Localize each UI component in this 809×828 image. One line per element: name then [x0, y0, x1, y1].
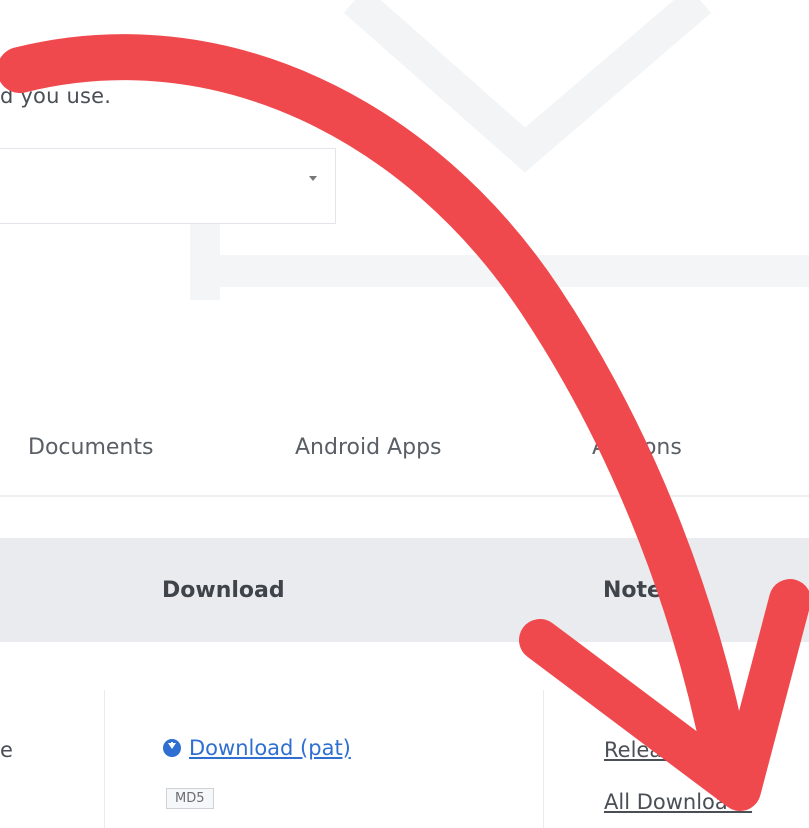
column-divider: [543, 690, 544, 828]
md5-badge[interactable]: MD5: [166, 788, 214, 809]
tab-documents[interactable]: Documents: [28, 435, 153, 460]
release-notes-link[interactable]: Release Note: [604, 738, 742, 762]
downloads-table-header: Download Notes: [0, 538, 809, 642]
tab-add-ons[interactable]: Add-ons: [592, 435, 682, 460]
download-pat-link[interactable]: Download (pat): [163, 736, 351, 760]
model-hint-text: d you use.: [0, 84, 112, 108]
chevron-down-icon: [309, 176, 317, 181]
category-tabs: Documents Android Apps Add-ons: [0, 425, 809, 497]
download-circle-icon: [163, 739, 181, 757]
tab-android-apps[interactable]: Android Apps: [295, 435, 442, 460]
model-select-dropdown[interactable]: [0, 148, 336, 224]
download-link-label: Download (pat): [189, 736, 351, 760]
column-divider: [104, 690, 105, 828]
first-column-text: e: [0, 738, 13, 762]
all-downloads-link[interactable]: All Downloads: [604, 790, 752, 814]
column-header-download: Download: [162, 578, 285, 603]
column-header-notes: Notes: [603, 578, 676, 603]
